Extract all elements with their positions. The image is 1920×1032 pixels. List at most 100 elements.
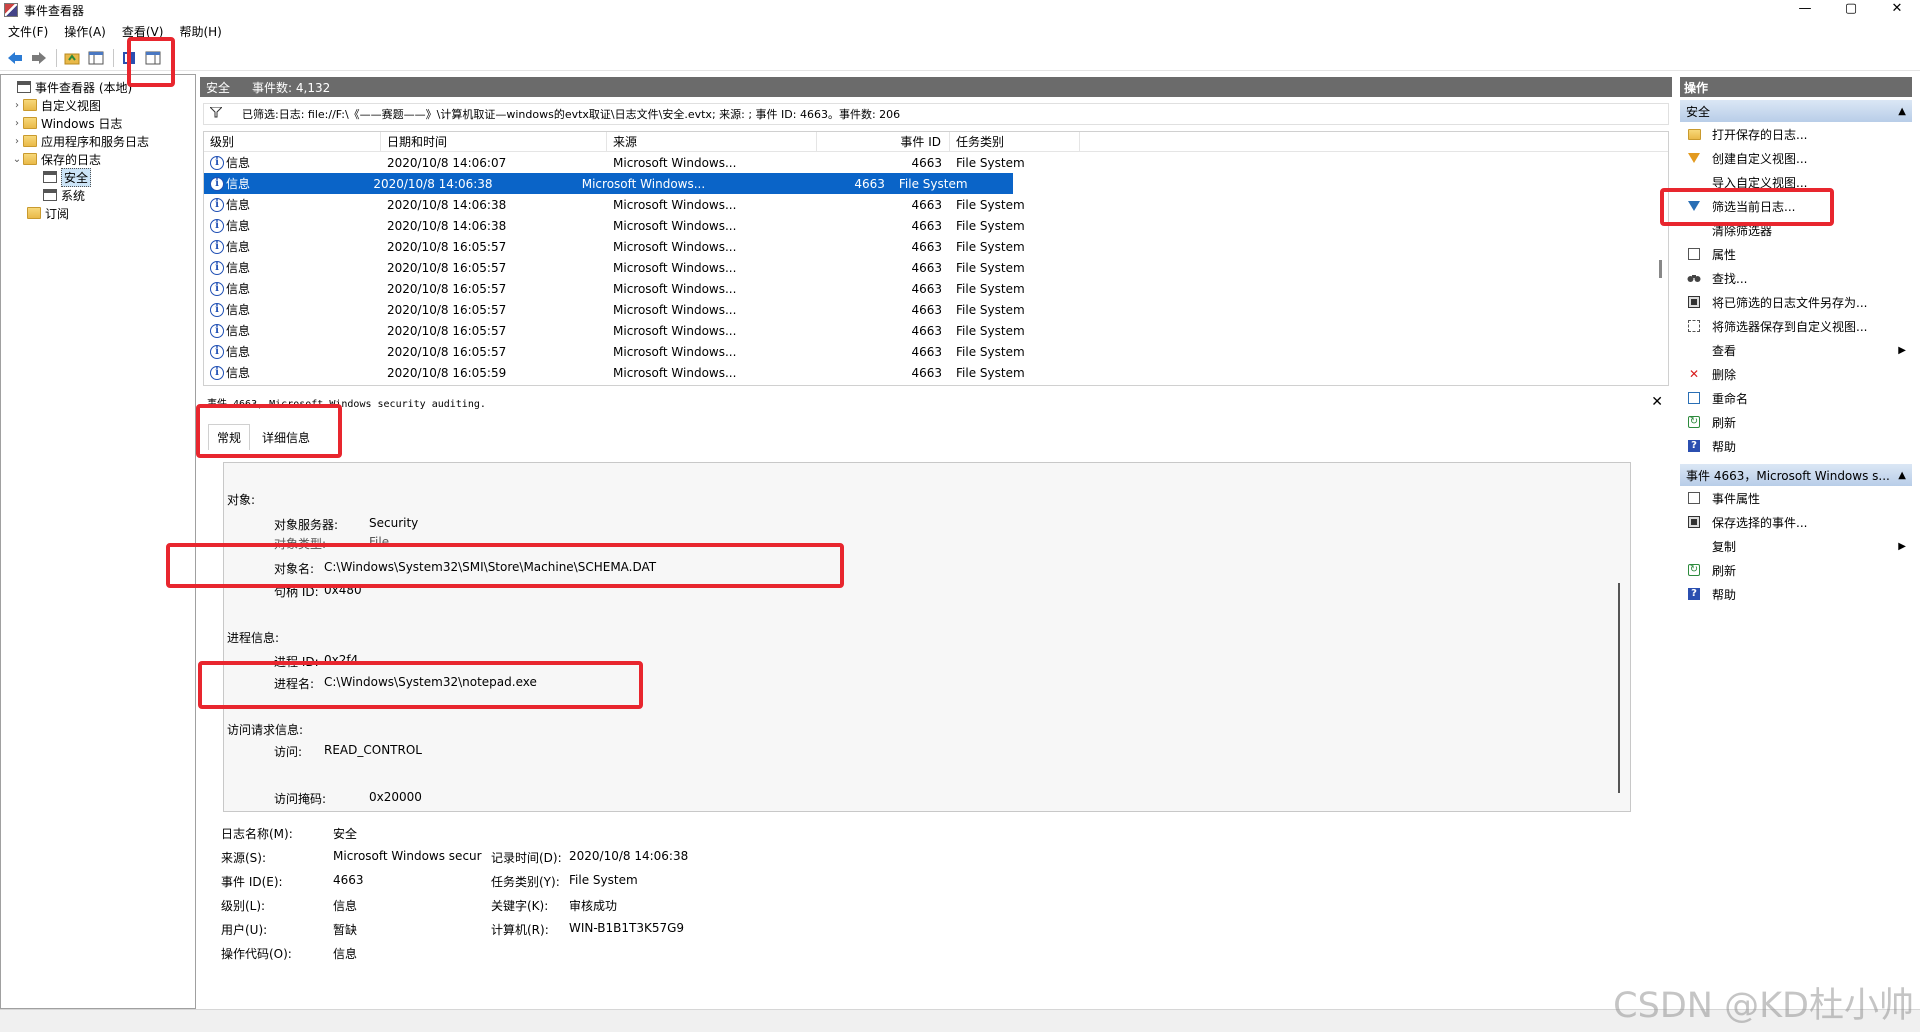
cell-date: 2020/10/8 16:05:57 xyxy=(387,323,507,338)
tree-item-security-log[interactable]: 安全 xyxy=(1,167,195,187)
task-category-value: File System xyxy=(569,873,638,887)
action-create-custom-view[interactable]: 创建自定义视图... xyxy=(1680,146,1912,170)
info-icon: i xyxy=(210,239,224,254)
menu-help[interactable]: 帮助(H) xyxy=(179,23,221,40)
tree-item-saved-logs[interactable]: ⌄ 保存的日志 xyxy=(1,150,195,168)
action-copy[interactable]: 复制 ▶ xyxy=(1680,534,1912,558)
collapse-up-icon[interactable]: ▲ xyxy=(1898,470,1906,481)
action-label: 创建自定义视图... xyxy=(1712,151,1808,166)
table-row[interactable]: i 信息 2020/10/8 16:05:57 Microsoft Windows..… xyxy=(204,341,1668,362)
action-event-properties[interactable]: 事件属性 xyxy=(1680,486,1912,510)
minimize-button[interactable]: — xyxy=(1782,0,1828,20)
tree-item-windows-logs[interactable]: › Windows 日志 xyxy=(1,114,195,132)
tree-item-subscriptions[interactable]: 订阅 xyxy=(1,204,195,222)
action-label: 事件属性 xyxy=(1712,491,1761,506)
table-row[interactable]: i 信息 2020/10/8 16:05:57 Microsoft Windows..… xyxy=(204,299,1668,320)
tree-item-label: 保存的日志 xyxy=(41,152,102,167)
back-button[interactable] xyxy=(4,47,26,69)
column-header-task-category[interactable]: 任务类别 xyxy=(950,132,1080,152)
table-row[interactable]: i 信息 2020/10/8 16:05:57 Microsoft Windows..… xyxy=(204,320,1668,341)
table-row[interactable]: i 信息 2020/10/8 16:05:57 Microsoft Windows..… xyxy=(204,236,1668,257)
cell-level: i 信息 xyxy=(204,322,381,339)
cell-task-category: File System xyxy=(956,218,1025,233)
action-open-saved-log[interactable]: 打开保存的日志... xyxy=(1680,122,1912,146)
level-text: 信息 xyxy=(226,261,251,275)
event-count: 事件数: 4,132 xyxy=(252,80,331,95)
action-delete[interactable]: ✕ 删除 xyxy=(1680,362,1912,386)
action-help-event[interactable]: ? 帮助 xyxy=(1680,582,1912,606)
column-header-date[interactable]: 日期和时间 xyxy=(381,132,607,152)
task-category-label: 任务类别(Y): xyxy=(491,875,560,889)
access-mask-value: 0x20000 xyxy=(369,790,422,804)
keywords-label: 关键字(K): xyxy=(491,899,549,913)
cell-date: 2020/10/8 16:05:57 xyxy=(387,239,507,254)
table-row[interactable]: i 信息 2020/10/8 14:06:38 Microsoft Windows..… xyxy=(204,194,1668,215)
table-row[interactable]: i 信息 2020/10/8 14:06:38 Microsoft Windows..… xyxy=(204,215,1668,236)
collapse-up-icon[interactable]: ▲ xyxy=(1898,106,1906,117)
action-save-filter-to-custom-view[interactable]: 将筛选器保存到自定义视图... xyxy=(1680,314,1912,338)
cell-task-category: File System xyxy=(956,197,1025,212)
tree-expander[interactable]: › xyxy=(11,136,23,147)
table-row[interactable]: i 信息 2020/10/8 14:06:38 Microsoft Windows..… xyxy=(204,173,1013,194)
menu-action[interactable]: 操作(A) xyxy=(64,23,106,40)
cell-event-id: 4663 xyxy=(911,197,942,212)
action-refresh-event[interactable]: ↻ 刷新 xyxy=(1680,558,1912,582)
log-title: 安全 xyxy=(206,80,231,95)
table-row[interactable]: i 信息 2020/10/8 16:05:57 Microsoft Windows..… xyxy=(204,257,1668,278)
console-tree-icon xyxy=(88,51,104,64)
close-button[interactable]: ✕ xyxy=(1874,0,1920,20)
action-view[interactable]: 查看 ▶ xyxy=(1680,338,1912,362)
binoculars-icon xyxy=(1686,271,1702,285)
help-icon: ? xyxy=(1686,439,1702,453)
column-header-level[interactable]: 级别 xyxy=(204,132,381,152)
tree-item-system-log[interactable]: 系统 xyxy=(1,186,195,204)
description-scrollbar[interactable] xyxy=(1618,583,1620,793)
cell-date: 2020/10/8 16:05:57 xyxy=(387,260,507,275)
cell-source: Microsoft Windows... xyxy=(613,281,737,296)
table-header: 级别 日期和时间 来源 事件 ID 任务类别 xyxy=(204,132,1668,152)
tree-expander[interactable]: › xyxy=(11,118,23,129)
table-row[interactable]: i 信息 2020/10/8 14:06:07 Microsoft Windows..… xyxy=(204,152,1668,173)
action-refresh[interactable]: ↻ 刷新 xyxy=(1680,410,1912,434)
cell-task-category: File System xyxy=(956,302,1025,317)
highlight-filter-action xyxy=(1660,188,1834,226)
action-find[interactable]: 查找... xyxy=(1680,266,1912,290)
info-icon: i xyxy=(210,197,224,212)
opcode-value: 信息 xyxy=(333,947,358,961)
tree-item-custom-views[interactable]: › 自定义视图 xyxy=(1,96,195,114)
column-header-source[interactable]: 来源 xyxy=(607,132,817,152)
table-row[interactable]: i 信息 2020/10/8 16:05:59 Microsoft Windows..… xyxy=(204,362,1668,383)
cell-level: i 信息 xyxy=(204,217,381,234)
tree-item-label: 订阅 xyxy=(45,206,70,221)
actions-section-log[interactable]: 安全 ▲ xyxy=(1680,100,1912,122)
table-scrollbar-thumb[interactable] xyxy=(1659,260,1662,278)
action-help[interactable]: ? 帮助 xyxy=(1680,434,1912,458)
action-label: 重命名 xyxy=(1712,391,1749,406)
cell-task-category: File System xyxy=(956,344,1025,359)
column-header-event-id[interactable]: 事件 ID xyxy=(817,132,950,152)
back-arrow-icon xyxy=(8,51,22,64)
tree-item-app-service-logs[interactable]: › 应用程序和服务日志 xyxy=(1,132,195,150)
action-save-filtered-log[interactable]: 将已筛选的日志文件另存为... xyxy=(1680,290,1912,314)
menu-file[interactable]: 文件(F) xyxy=(8,23,48,40)
tree-expander[interactable]: ⌄ xyxy=(11,154,23,165)
cell-source: Microsoft Windows... xyxy=(613,197,737,212)
cell-event-id: 4663 xyxy=(911,155,942,170)
forward-button[interactable] xyxy=(28,47,50,69)
console-tree: 事件查看器 (本地) › 自定义视图 › Windows 日志 › 应用程序和服… xyxy=(0,74,196,1009)
actions-section-event[interactable]: 事件 4663，Microsoft Windows s... ▲ xyxy=(1680,464,1912,486)
maximize-button[interactable]: ▢ xyxy=(1828,0,1874,20)
action-save-selected-events[interactable]: 保存选择的事件... xyxy=(1680,510,1912,534)
action-rename[interactable]: 重命名 xyxy=(1680,386,1912,410)
tree-expander[interactable]: › xyxy=(11,100,23,111)
title-bar: 事件查看器 — ▢ ✕ xyxy=(0,0,1920,20)
folder-up-icon xyxy=(64,53,80,64)
close-detail-icon[interactable]: ✕ xyxy=(1651,394,1663,410)
table-row[interactable]: i 信息 2020/10/8 16:05:57 Microsoft Windows..… xyxy=(204,278,1668,299)
cell-level: i 信息 xyxy=(204,364,381,381)
action-properties[interactable]: 属性 xyxy=(1680,242,1912,266)
up-folder-button[interactable] xyxy=(61,47,83,69)
show-tree-button[interactable] xyxy=(85,47,107,69)
cell-task-category: File System xyxy=(898,176,968,191)
cell-task-category: File System xyxy=(956,155,1025,170)
